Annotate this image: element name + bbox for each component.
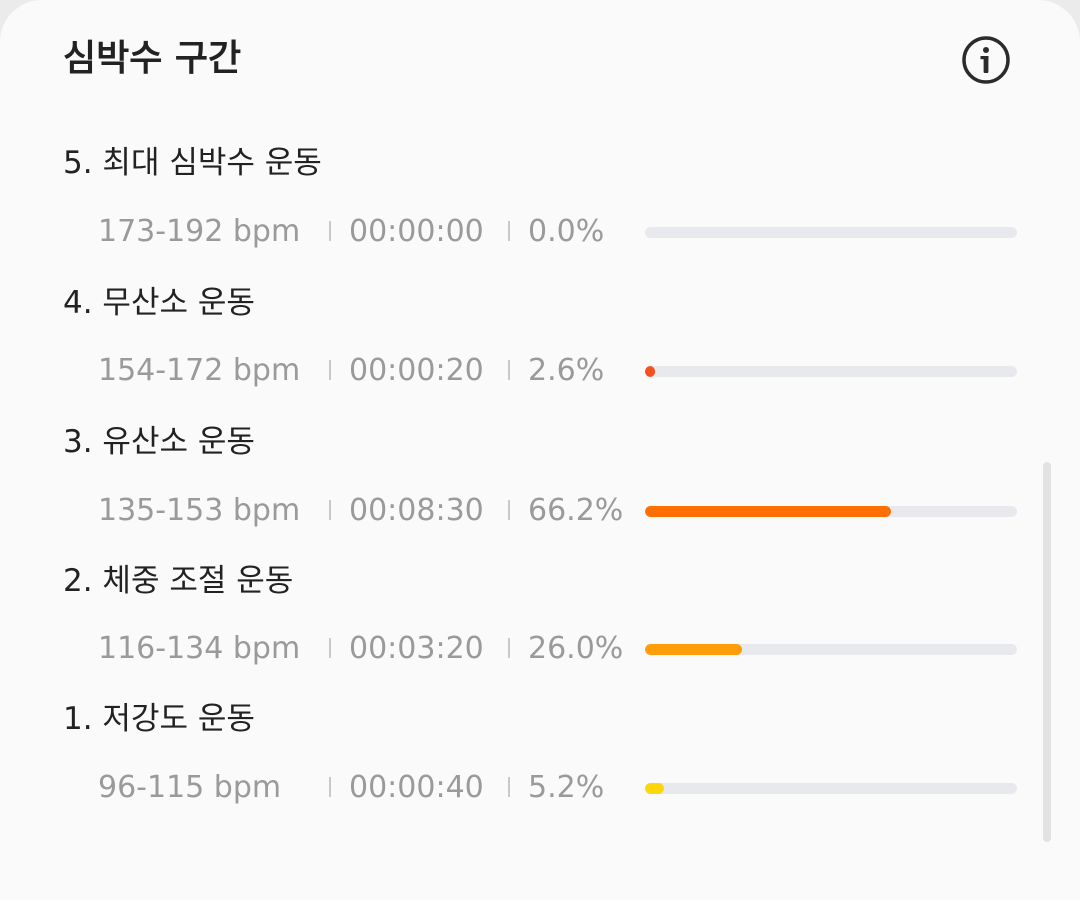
zone-2-bpm-range: 116-134 bpm — [98, 631, 301, 666]
zone-2-duration: 00:03:20 — [349, 631, 484, 666]
zone-5-row: 173-192 bpm 00:00:00 0.0% — [0, 210, 1080, 254]
zone-5-percent: 0.0% — [528, 214, 605, 249]
zone-1-row: 96-115 bpm 00:00:40 5.2% — [0, 766, 1080, 810]
zone-2-row: 116-134 bpm 00:03:20 26.0% — [0, 627, 1080, 671]
zone-3-bpm-range: 135-153 bpm — [98, 493, 301, 528]
zone-3-row: 135-153 bpm 00:08:30 66.2% — [0, 489, 1080, 533]
zone-4-row: 154-172 bpm 00:00:20 2.6% — [0, 349, 1080, 393]
zone-2-progress-track — [645, 644, 1017, 655]
zone-4-duration: 00:00:20 — [349, 353, 484, 388]
zone-3-percent: 66.2% — [528, 493, 624, 528]
scrollbar[interactable] — [1043, 462, 1051, 842]
zone-4-percent: 2.6% — [528, 353, 605, 388]
separator — [508, 638, 510, 658]
zone-3-title: 3. 유산소 운동 — [63, 424, 255, 460]
info-icon — [962, 36, 1010, 84]
zone-2-title: 2. 체중 조절 운동 — [63, 563, 294, 599]
zone-3-progress-fill — [645, 506, 892, 517]
zone-2-progress-fill — [645, 644, 742, 655]
zone-1-progress-track — [645, 783, 1017, 794]
zone-5-title: 5. 최대 심박수 운동 — [63, 145, 322, 181]
separator — [508, 777, 510, 797]
info-button[interactable] — [961, 35, 1011, 85]
zone-1-duration: 00:00:40 — [349, 770, 484, 805]
separator — [508, 360, 510, 380]
zone-2-percent: 26.0% — [528, 631, 624, 666]
zone-1-bpm-range: 96-115 bpm — [98, 770, 282, 805]
zone-1-title: 1. 저강도 운동 — [63, 701, 255, 737]
zone-4-bpm-range: 154-172 bpm — [98, 353, 301, 388]
separator — [329, 777, 331, 797]
separator — [329, 360, 331, 380]
separator — [329, 638, 331, 658]
separator — [329, 500, 331, 520]
zone-1-percent: 5.2% — [528, 770, 605, 805]
zone-5-progress-track — [645, 227, 1017, 238]
zone-5-bpm-range: 173-192 bpm — [98, 214, 301, 249]
zone-3-duration: 00:08:30 — [349, 493, 484, 528]
page-title: 심박수 구간 — [63, 38, 242, 79]
separator — [508, 500, 510, 520]
separator — [329, 221, 331, 241]
zone-4-progress-track — [645, 366, 1017, 377]
zone-4-title: 4. 무산소 운동 — [63, 285, 255, 321]
heart-rate-zones-card: 심박수 구간 5. 최대 심박수 운동 173-192 bpm 00:00:00… — [0, 0, 1080, 900]
zone-5-duration: 00:00:00 — [349, 214, 484, 249]
zone-3-progress-track — [645, 506, 1017, 517]
separator — [508, 221, 510, 241]
zone-1-progress-fill — [645, 783, 665, 794]
zone-4-progress-fill — [645, 366, 655, 377]
